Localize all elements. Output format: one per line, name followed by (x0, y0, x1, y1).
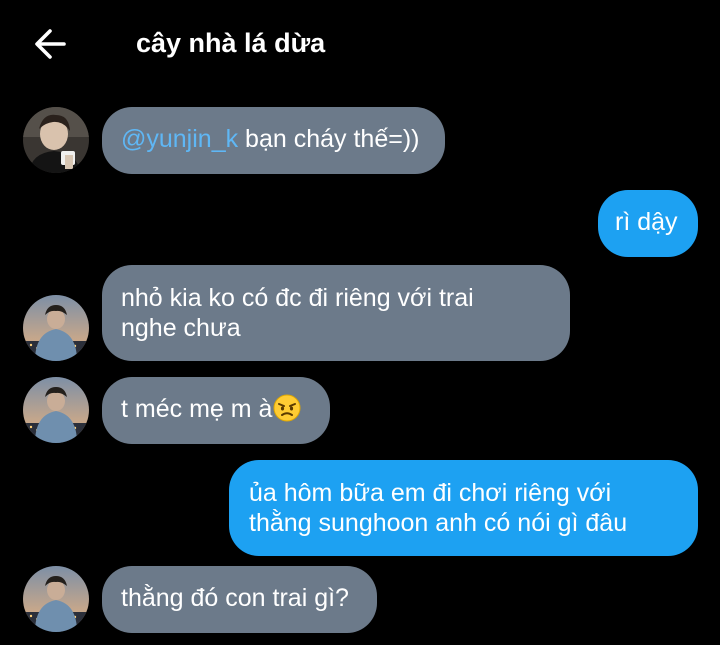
avatar[interactable] (23, 377, 89, 443)
message-text: thằng đó con trai gì? (121, 584, 349, 612)
arrow-left-icon (35, 29, 66, 59)
message-bubble-incoming[interactable]: thằng đó con trai gì? (102, 566, 377, 633)
message-line: nghe chưa (121, 314, 241, 342)
avatar-photo-city (23, 295, 89, 361)
message-text: rì dậy (615, 208, 678, 236)
chat-title: cây nhà lá dừa (136, 28, 326, 58)
message-text: t méc mẹ m à (121, 395, 273, 423)
avatar[interactable] (23, 566, 89, 632)
angry-face-emoji (273, 394, 301, 422)
message-line: thằng sunghoon anh có nói gì đâu (249, 509, 628, 537)
avatar-photo-city (23, 566, 89, 632)
message-line: nhỏ kia ko có đc đi riêng với trai (121, 284, 474, 312)
message-bubble-incoming[interactable]: @yunjin_k bạn cháy thế=)) (102, 107, 445, 174)
message-bubble-outgoing[interactable]: ủa hôm bữa em đi chơi riêng với thằng su… (229, 460, 698, 556)
message-bubble-incoming[interactable]: t méc mẹ m à (102, 377, 330, 444)
mention-link[interactable]: @yunjin_k (121, 125, 238, 153)
avatar-photo-city (23, 377, 89, 443)
message-text: bạn cháy thế=)) (238, 125, 420, 153)
message-bubble-incoming[interactable]: nhỏ kia ko có đc đi riêng với trai nghe … (102, 265, 570, 361)
message-bubble-outgoing[interactable]: rì dậy (598, 190, 698, 257)
avatar[interactable] (23, 107, 89, 173)
back-button[interactable] (30, 24, 70, 64)
message-line: ủa hôm bữa em đi chơi riêng với (249, 479, 612, 507)
avatar[interactable] (23, 295, 89, 361)
avatar-photo-mug (23, 107, 89, 173)
chat-header: cây nhà lá dừa (0, 0, 720, 88)
